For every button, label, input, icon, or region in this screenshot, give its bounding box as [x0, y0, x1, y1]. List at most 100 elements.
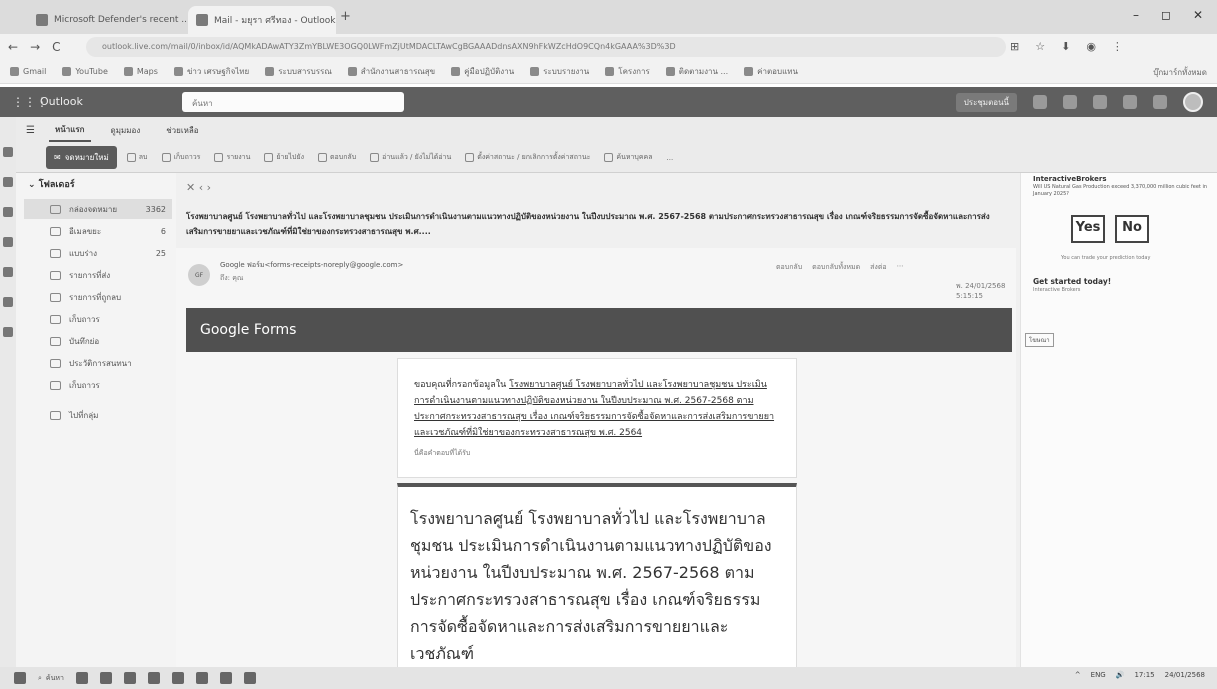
forward-button[interactable]: ส่งต่อ — [870, 262, 886, 273]
archive-button[interactable]: เก็บถาวร — [158, 149, 205, 166]
feedback-icon[interactable] — [1093, 95, 1107, 109]
folders-header[interactable]: ⌄ โฟลเดอร์ — [28, 177, 75, 191]
bookmark-item[interactable]: โครงการ — [605, 65, 650, 78]
calendar-icon[interactable] — [3, 177, 13, 187]
bookmark-item[interactable]: ระบบสารบรรณ — [265, 65, 332, 78]
app-icon[interactable] — [243, 672, 256, 684]
taskbar-search[interactable]: ⌕ ค้นหา — [38, 673, 64, 684]
app-icon[interactable] — [219, 672, 232, 684]
bookmark-icon — [665, 67, 675, 76]
tab-help[interactable]: ช่วยเหลือ — [160, 120, 204, 141]
reading-pane: ✕ ‹ › โรงพยาบาลศูนย์ โรงพยาบาลทั่วไป และ… — [176, 173, 1020, 668]
folder-archive[interactable]: เก็บถาวร — [24, 309, 172, 329]
bookmark-item[interactable]: ติดตามงาน ... — [665, 65, 728, 78]
folder-notes[interactable]: บันทึกย่อ — [24, 331, 172, 351]
delete-button[interactable]: ลบ — [123, 149, 152, 166]
store-icon[interactable] — [171, 672, 184, 684]
onedrive-icon[interactable] — [3, 297, 13, 307]
tray-chevron-icon[interactable]: ^ — [1075, 671, 1081, 679]
menu-icon[interactable]: ⋮ — [1112, 40, 1123, 53]
bookmark-label: สำนักงานสาธารณสุข — [360, 67, 436, 76]
url-field[interactable]: outlook.live.com/mail/0/inbox/id/AQMkADA… — [86, 37, 1006, 57]
new-mail-label: จดหมายใหม่ — [64, 153, 109, 162]
bookmark-item[interactable]: Maps — [123, 67, 158, 76]
chrome-icon[interactable] — [147, 672, 160, 684]
teams-icon[interactable] — [1033, 95, 1047, 109]
folder-archive-2[interactable]: เก็บถาวร — [24, 375, 172, 395]
reply-icon — [318, 153, 327, 162]
clock-date[interactable]: 24/01/2568 — [1165, 671, 1205, 679]
groups-icon[interactable] — [3, 237, 13, 247]
bookmark-star-icon[interactable]: ☆ — [1035, 40, 1045, 53]
tab-view[interactable]: ดูมุมมอง — [105, 120, 147, 141]
new-mail-button[interactable]: ✉ จดหมายใหม่ — [46, 146, 117, 169]
bookmark-item[interactable]: Gmail — [10, 67, 46, 76]
hamburger-icon[interactable]: ☰ — [26, 125, 35, 136]
bookmark-item[interactable]: ระบบรายงาน — [530, 65, 589, 78]
search-input[interactable]: ค้นหา — [182, 92, 404, 112]
people-icon[interactable] — [3, 207, 13, 217]
file-explorer-icon[interactable] — [99, 672, 112, 684]
language-indicator[interactable]: ENG — [1091, 671, 1106, 679]
forward-button[interactable]: → — [30, 40, 40, 54]
ad-no-button[interactable]: No — [1115, 215, 1149, 243]
maximize-button[interactable]: ◻ — [1161, 8, 1171, 22]
settings-gear-icon[interactable] — [1153, 95, 1167, 109]
bookmark-item[interactable]: สำนักงานสาธารณสุข — [347, 65, 436, 78]
edge-icon[interactable] — [123, 672, 136, 684]
reply-button[interactable]: ตอบกลับ — [314, 149, 360, 166]
minimize-button[interactable]: – — [1133, 8, 1139, 22]
all-bookmarks-button[interactable]: บุ๊กมาร์กทั้งหมด — [1153, 66, 1207, 79]
reply-all-button[interactable]: ตอบกลับทั้งหมด — [812, 262, 860, 273]
close-icon[interactable]: ✕ ‹ › — [186, 181, 211, 194]
notifications-icon[interactable] — [1063, 95, 1077, 109]
folder-sent[interactable]: รายการที่ส่ง — [24, 265, 172, 285]
folder-junk[interactable]: อีเมลขยะ 6 — [24, 221, 172, 241]
folder-move-icon — [264, 153, 274, 162]
reload-button[interactable]: C — [52, 40, 60, 54]
avatar[interactable] — [1183, 92, 1203, 112]
ad-label-button[interactable]: โฆษณา — [1025, 333, 1054, 347]
profile-icon[interactable]: ◉ — [1086, 40, 1096, 53]
ad-yes-button[interactable]: Yes — [1071, 215, 1105, 243]
start-icon[interactable] — [14, 672, 26, 684]
more-button[interactable]: ... — [663, 151, 678, 165]
browser-tab-defender[interactable]: Microsoft Defender's recent ... × — [28, 6, 186, 34]
meet-now-button[interactable]: ประชุมตอนนี้ — [955, 92, 1017, 112]
folder-conversation-history[interactable]: ประวัติการสนทนา — [24, 353, 172, 373]
folder-inbox[interactable]: กล่องจดหมาย 3362 — [24, 199, 172, 219]
browser-tab-outlook[interactable]: Mail - มยุรา ศรีทอง - Outlook × — [188, 6, 336, 34]
bookmark-item[interactable]: ค่าตอบแทน — [744, 65, 798, 78]
move-to-button[interactable]: ย้ายไปยัง — [260, 149, 308, 166]
close-window-button[interactable]: ✕ — [1193, 8, 1203, 22]
tips-icon[interactable] — [1123, 95, 1137, 109]
apps-icon[interactable]: ⊞ — [1010, 40, 1019, 53]
bookmark-item[interactable]: YouTube — [62, 67, 108, 76]
report-button[interactable]: รายงาน — [210, 149, 254, 166]
bookmark-item[interactable]: คู่มือปฏิบัติงาน — [451, 65, 514, 78]
more-actions-button[interactable]: ⋯ — [897, 262, 904, 273]
folder-drafts[interactable]: แบบร่าง 25 — [24, 243, 172, 263]
bookmark-item[interactable]: ข่าว เศรษฐกิจไทย — [173, 65, 249, 78]
mail-icon[interactable] — [3, 147, 13, 157]
tab-favicon-icon — [196, 14, 208, 26]
todo-icon[interactable] — [3, 267, 13, 277]
back-button[interactable]: ← — [8, 40, 18, 54]
flag-button[interactable]: ตั้งค่าสถานะ / ยกเลิกการตั้งค่าสถานะ — [461, 149, 594, 166]
go-to-groups[interactable]: ไปที่กลุ่ม — [24, 405, 172, 425]
sender-name[interactable]: Google ฟอร์ม<forms-receipts-noreply@goog… — [220, 260, 403, 271]
task-view-icon[interactable] — [75, 672, 88, 684]
new-tab-button[interactable]: + — [340, 9, 351, 24]
read-unread-button[interactable]: อ่านแล้ว / ยังไม่ได้อ่าน — [366, 149, 455, 166]
find-people-button[interactable]: ค้นหาบุคคล — [600, 149, 656, 166]
reply-button[interactable]: ตอบกลับ — [776, 262, 802, 273]
clock-time[interactable]: 17:15 — [1134, 671, 1154, 679]
tab-home[interactable]: หน้าแรก — [48, 119, 91, 142]
folder-deleted[interactable]: รายการที่ถูกลบ — [24, 287, 172, 307]
window-controls: – ◻ ✕ — [1133, 8, 1203, 22]
apps-icon[interactable] — [3, 327, 13, 337]
download-icon[interactable]: ⬇ — [1061, 40, 1070, 53]
volume-icon[interactable]: 🔊 — [1116, 671, 1125, 679]
app-icon[interactable] — [195, 672, 208, 684]
ad-cta[interactable]: Get started today! — [1033, 277, 1111, 286]
